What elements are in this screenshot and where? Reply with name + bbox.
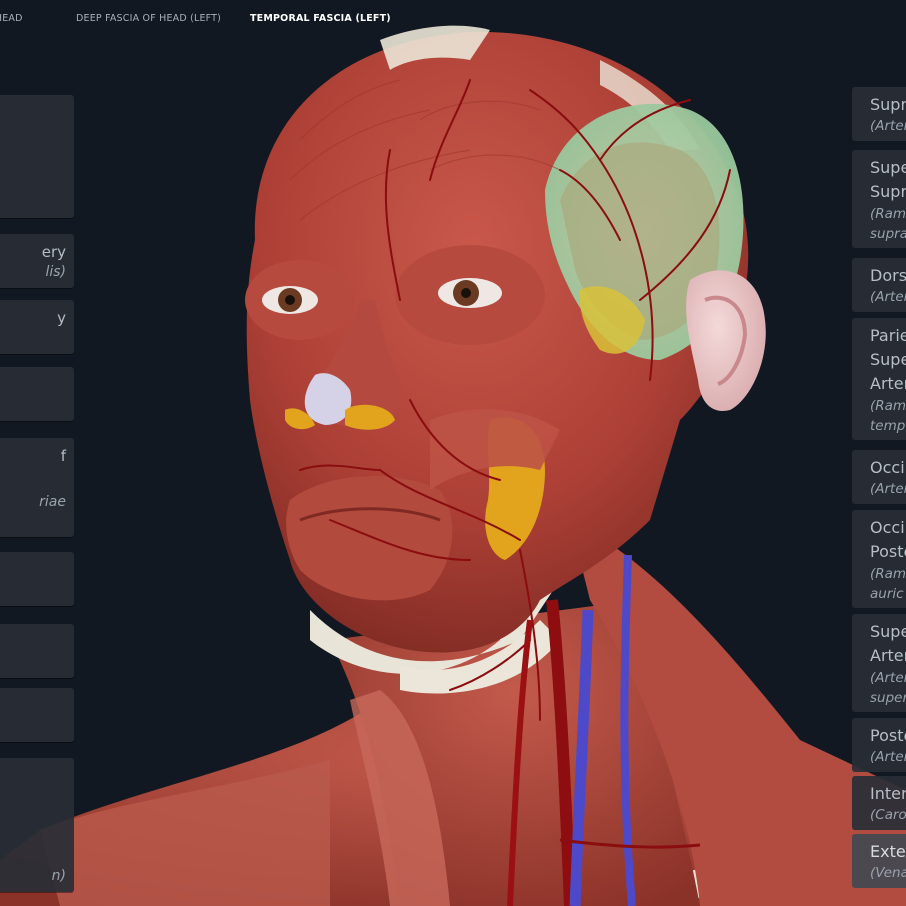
right-label-subtitle: supra — [870, 226, 906, 242]
right-label-title: Arter — [870, 646, 906, 665]
right-label-card[interactable]: Supr (Arter — [852, 87, 906, 141]
right-label-subtitle: super — [870, 690, 906, 706]
right-label-subtitle: (Caro — [870, 807, 906, 823]
left-label-title: ery — [41, 243, 66, 261]
right-label-title: Poste — [870, 726, 906, 745]
left-label-card[interactable]: y — [0, 300, 74, 354]
right-label-subtitle: (Vena — [870, 865, 906, 881]
right-label-title: Arter — [870, 374, 906, 393]
3d-viewport[interactable] — [0, 0, 906, 906]
right-label-subtitle: (Ram — [870, 206, 906, 222]
right-label-subtitle: auric — [870, 586, 904, 602]
right-label-card[interactable]: Dors (Arter — [852, 258, 906, 312]
right-label-title: Supe — [870, 622, 906, 641]
right-label-subtitle: (Arter — [870, 289, 906, 305]
anatomy-model-render[interactable] — [0, 0, 906, 906]
right-label-subtitle: (Ram — [870, 398, 906, 414]
right-label-subtitle: temp — [870, 418, 906, 434]
left-label-card[interactable] — [0, 624, 74, 678]
right-label-title: Supr — [870, 95, 906, 114]
right-label-card[interactable]: Occip Poste (Ram auric — [852, 510, 906, 608]
right-label-subtitle: (Arter — [870, 118, 906, 134]
breadcrumb: F HEAD DEEP FASCIA OF HEAD (LEFT) TEMPOR… — [0, 0, 906, 38]
left-label-card[interactable] — [0, 688, 74, 742]
right-label-title: Inter — [870, 784, 906, 803]
right-label-card[interactable]: Parie Supe Arter (Ram temp — [852, 318, 906, 440]
breadcrumb-item-temporal-fascia[interactable]: TEMPORAL FASCIA (LEFT) — [250, 13, 391, 24]
right-label-title: Supe — [870, 350, 906, 369]
right-label-title: Dors — [870, 266, 906, 285]
right-label-card[interactable]: Supe Supr (Ram supra — [852, 150, 906, 248]
left-label-card[interactable]: n) — [0, 758, 74, 892]
right-label-title: Parie — [870, 326, 906, 345]
right-label-card-selected[interactable]: Exter (Vena — [852, 834, 906, 888]
right-label-subtitle: (Ram — [870, 566, 906, 582]
right-label-card[interactable]: Poste (Arter — [852, 718, 906, 772]
left-label-card[interactable]: ery lis) — [0, 234, 74, 288]
right-label-panel: Supr (Arter Supe Supr (Ram supra Dors (A… — [852, 0, 906, 906]
left-label-card[interactable] — [0, 367, 74, 421]
right-label-title: Occi — [870, 458, 905, 477]
right-label-card[interactable]: Inter (Caro — [852, 776, 906, 830]
breadcrumb-item-deep-fascia[interactable]: DEEP FASCIA OF HEAD (LEFT) — [76, 13, 221, 24]
right-label-title: Exter — [870, 842, 906, 861]
right-label-card[interactable]: Supe Arter (Arter super — [852, 614, 906, 712]
left-label-title: f — [60, 447, 66, 465]
right-label-subtitle: (Arter — [870, 749, 906, 765]
left-label-panel: ery lis) y f riae n) — [0, 0, 74, 906]
right-label-title: Supe — [870, 158, 906, 177]
left-label-card[interactable]: f riae — [0, 438, 74, 537]
right-label-card[interactable]: Occi (Arter — [852, 450, 906, 504]
left-label-title: y — [57, 309, 66, 327]
right-label-subtitle: (Arter — [870, 481, 906, 497]
right-label-title: Supr — [870, 182, 906, 201]
right-label-title: Occip — [870, 518, 906, 537]
left-label-subtitle: lis) — [45, 264, 66, 280]
left-label-card[interactable] — [0, 552, 74, 606]
left-label-subtitle: n) — [51, 868, 66, 884]
left-label-card[interactable] — [0, 95, 74, 218]
left-label-subtitle: riae — [39, 494, 66, 510]
right-label-title: Poste — [870, 542, 906, 561]
right-label-subtitle: (Arter — [870, 670, 906, 686]
